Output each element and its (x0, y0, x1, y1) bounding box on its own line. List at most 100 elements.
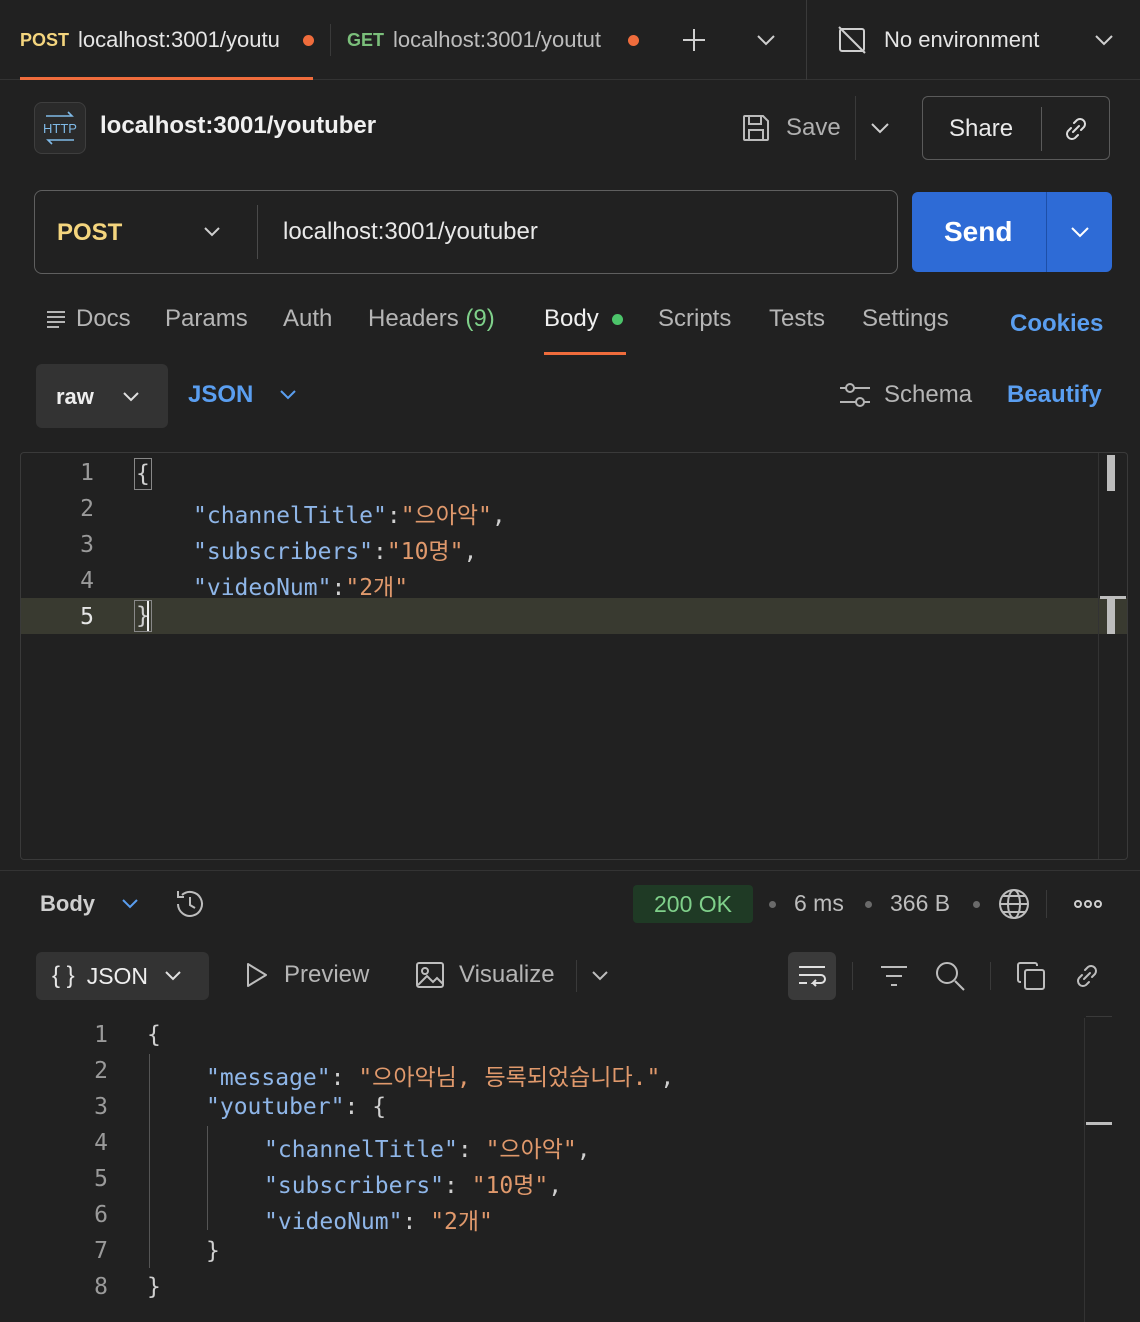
tab-scripts[interactable]: Scripts (658, 305, 731, 333)
line-number: 1 (80, 460, 94, 486)
share-button-group: Share (922, 96, 1110, 160)
filter-icon[interactable] (876, 958, 912, 994)
line-number: 6 (94, 1202, 108, 1228)
tab-body[interactable]: Body (544, 305, 623, 333)
line-number: 3 (94, 1094, 108, 1120)
editor-scrollbar-thumb[interactable] (1107, 455, 1115, 491)
method-select[interactable]: POST (35, 191, 257, 272)
indent-guide (207, 1126, 208, 1230)
visualize-options-chevron-down-icon[interactable] (584, 960, 616, 992)
status-badge[interactable]: 200 OK (633, 885, 753, 923)
history-icon[interactable] (172, 886, 208, 922)
line-number: 4 (80, 568, 94, 594)
link-icon[interactable] (1069, 958, 1105, 994)
tab-docs[interactable]: Docs (46, 305, 131, 333)
request-url-bar: POST localhost:3001/youtuber (34, 190, 898, 274)
line-number: 2 (94, 1058, 108, 1084)
response-format-label: JSON (86, 962, 149, 989)
play-icon (247, 963, 267, 987)
separator-dot (973, 901, 980, 908)
no-environment-icon (838, 26, 866, 54)
beautify-button[interactable]: Beautify (1007, 381, 1102, 409)
unsaved-dot-icon (303, 34, 315, 46)
response-scrollbar-marker[interactable] (1086, 1122, 1112, 1125)
preview-button[interactable]: Preview (244, 960, 369, 990)
visualize-button[interactable]: Visualize (415, 960, 555, 990)
line-number: 3 (80, 532, 94, 558)
request-body-editor[interactable] (20, 452, 1128, 860)
line-number: 8 (94, 1274, 108, 1300)
code-line: "subscribers":"10명", (193, 539, 478, 565)
save-options-chevron-down-icon[interactable] (862, 108, 898, 148)
code-line: } (147, 1274, 161, 1300)
line-number: 2 (80, 496, 94, 522)
tab-params[interactable]: Params (165, 305, 248, 333)
headers-count: (9) (465, 305, 495, 332)
method-label: POST (57, 219, 123, 246)
tab-auth[interactable]: Auth (283, 305, 332, 333)
sliders-icon (840, 383, 870, 407)
send-options-chevron-down-icon[interactable] (1048, 192, 1112, 272)
code-line: "channelTitle": "으아악", (264, 1137, 591, 1163)
new-tab-plus-icon[interactable] (672, 20, 716, 60)
tab-method: GET (347, 29, 385, 50)
pane-divider[interactable] (0, 870, 1140, 871)
tab-url: localhost:3001/youtut (393, 27, 601, 52)
tab-headers[interactable]: Headers (9) (368, 305, 495, 333)
globe-icon[interactable] (996, 886, 1032, 922)
more-options-icon[interactable] (1070, 890, 1106, 918)
environment-label: No environment (884, 27, 1040, 52)
environment-selector[interactable]: No environment (836, 22, 1126, 58)
chevron-down-icon (280, 390, 297, 400)
visualize-label: Visualize (459, 961, 555, 988)
copy-link-icon[interactable] (1053, 109, 1099, 149)
request-tab-get[interactable]: GET localhost:3001/youtut (347, 0, 647, 80)
preview-label: Preview (284, 961, 370, 988)
line-number: 4 (94, 1130, 108, 1156)
separator-dot (865, 901, 872, 908)
tabs-dropdown-chevron-down-icon[interactable] (748, 20, 784, 60)
code-line: "message": "으아악님, 등록되었습니다.", (206, 1065, 675, 1091)
line-number: 7 (94, 1238, 108, 1264)
http-badge-text: HTTP (43, 121, 77, 136)
braces-icon: { } (52, 962, 75, 989)
response-size[interactable]: 366 B (890, 890, 950, 917)
save-label: Save (786, 114, 841, 141)
chevron-down-icon (1095, 35, 1113, 46)
scrollbar-track-top (1086, 1016, 1112, 1017)
response-gutter-right (1084, 1018, 1085, 1322)
send-button-group: Send (912, 192, 1112, 272)
response-format-select[interactable]: { } JSON (36, 952, 209, 1000)
copy-icon[interactable] (1013, 958, 1049, 994)
body-mode-select[interactable]: raw (36, 364, 168, 428)
schema-button[interactable]: Schema (838, 380, 972, 410)
request-tab-post[interactable]: POST localhost:3001/youtu (20, 0, 316, 80)
response-time[interactable]: 6 ms (794, 890, 844, 917)
tab-method: POST (20, 29, 70, 50)
save-button[interactable]: Save (740, 108, 841, 148)
send-button[interactable]: Send (944, 216, 1012, 248)
tab-settings[interactable]: Settings (862, 305, 949, 333)
active-line-highlight (21, 598, 1127, 634)
chevron-down-icon (123, 392, 139, 402)
response-body-label: Body (40, 891, 95, 916)
unsaved-dot-icon (628, 34, 640, 46)
response-section-select[interactable]: Body (40, 891, 139, 917)
tab-tests[interactable]: Tests (769, 305, 825, 333)
body-format-select[interactable]: JSON (188, 381, 297, 409)
share-button[interactable]: Share (949, 115, 1013, 143)
tab-docs-label: Docs (76, 305, 131, 332)
url-input[interactable]: localhost:3001/youtuber (283, 218, 538, 246)
request-tab-bar: POST localhost:3001/youtu GET localhost:… (0, 0, 1140, 80)
code-line: "channelTitle":"으아악", (193, 503, 506, 529)
request-title: localhost:3001/youtuber (100, 112, 377, 139)
wrap-lines-icon[interactable] (788, 952, 836, 1000)
chevron-down-icon (204, 227, 220, 237)
chevron-down-icon (165, 971, 181, 981)
search-icon[interactable] (931, 958, 969, 994)
code-line: "youtuber": { (206, 1094, 387, 1120)
schema-label: Schema (884, 381, 973, 408)
active-tab-indicator (20, 77, 313, 80)
cookies-link[interactable]: Cookies (1010, 310, 1103, 338)
chevron-down-icon (122, 899, 138, 909)
